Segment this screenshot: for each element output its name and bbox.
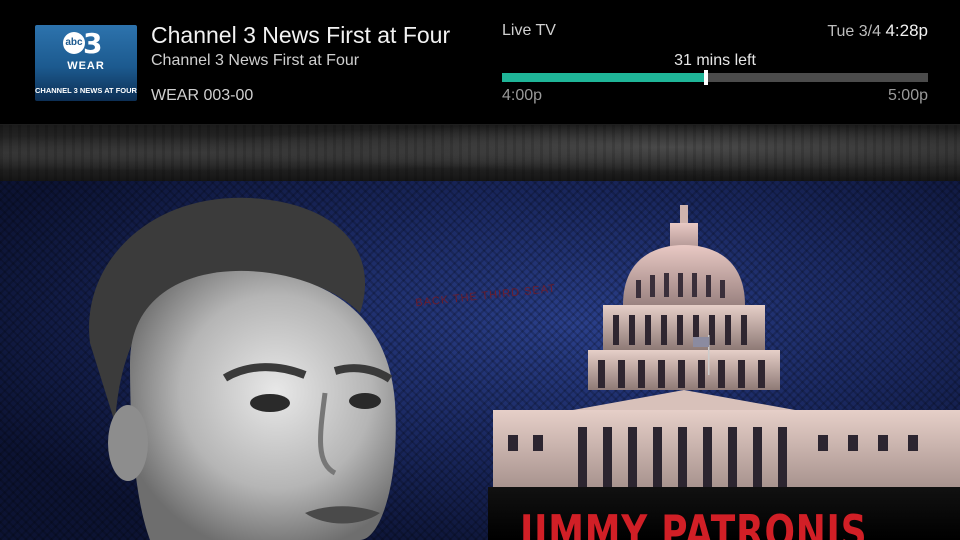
- date-time: Tue 3/4 4:28p: [827, 21, 928, 41]
- current-time: 4:28p: [885, 21, 928, 40]
- channel-logo: abc 3 WEAR CHANNEL 3 NEWS AT FOUR: [35, 25, 137, 101]
- program-subtitle: Channel 3 News First at Four: [151, 52, 360, 69]
- source-label: Live TV: [502, 22, 556, 39]
- channel-number-badge: 3: [83, 27, 103, 60]
- program-title: Channel 3 News First at Four: [151, 22, 451, 48]
- person-portrait: [89, 197, 396, 540]
- program-info-bar: abc 3 WEAR CHANNEL 3 NEWS AT FOUR Channe…: [0, 0, 960, 125]
- grunge-banner: [0, 125, 960, 181]
- progress-bar[interactable]: [502, 70, 928, 85]
- progress-fill: [502, 73, 707, 82]
- video-frame[interactable]: BACK THE THIRD SEAT JIMMY PATRONIS: [0, 125, 960, 540]
- capitol-building-image: [493, 205, 960, 505]
- lower-third-name: JIMMY PATRONIS: [520, 505, 868, 540]
- program-start-time: 4:00p: [502, 87, 543, 104]
- time-remaining: 31 mins left: [674, 52, 756, 69]
- logo-tagline: CHANNEL 3 NEWS AT FOUR: [35, 86, 137, 95]
- progress-playhead[interactable]: [704, 70, 709, 85]
- current-date: Tue 3/4: [827, 23, 881, 40]
- logo-call-letters: WEAR: [67, 60, 105, 72]
- abc-logo-icon: abc: [63, 32, 85, 54]
- program-end-time: 5:00p: [887, 87, 928, 104]
- channel-id: WEAR 003-00: [151, 87, 254, 104]
